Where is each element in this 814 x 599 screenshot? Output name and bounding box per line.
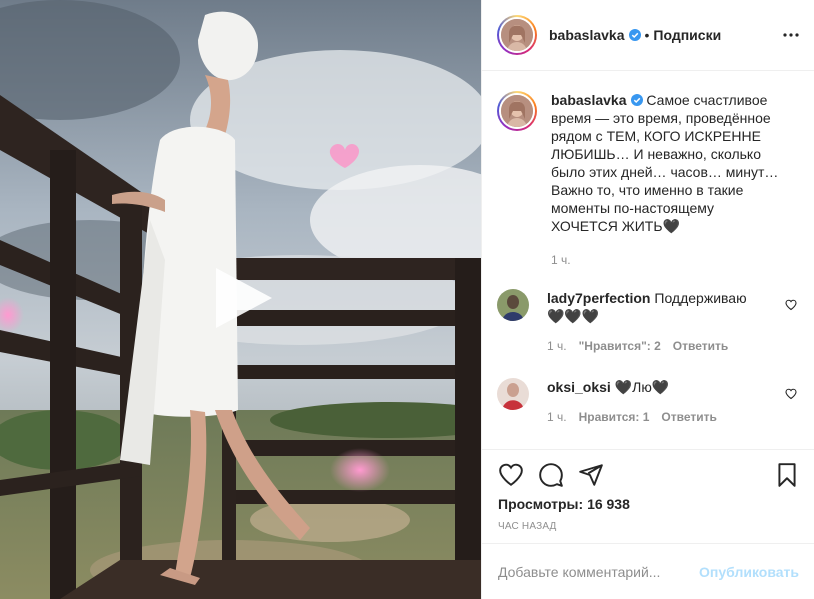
add-comment-bar: Опубликовать <box>482 543 814 599</box>
views-label: Просмотры: <box>498 496 584 512</box>
caption-time[interactable]: 1 ч. <box>551 251 783 269</box>
comment-body: oksi_oksi 🖤Лю🖤 1 ч. Нравится: 1 Ответить <box>547 378 765 426</box>
comment-item: oksi_oksi 🖤Лю🖤 1 ч. Нравится: 1 Ответить <box>497 378 797 426</box>
verified-badge-icon <box>630 94 643 106</box>
comment-input[interactable] <box>498 563 700 580</box>
reply-button[interactable]: Ответить <box>673 337 728 355</box>
caption-username[interactable]: babaslavka <box>551 92 627 108</box>
comments-section: babaslavka Самое счастливое время — это … <box>482 72 814 448</box>
post-actions: Просмотры: 16 938 ЧАС НАЗАД <box>482 449 814 543</box>
post-sidebar: babaslavka • Подписки babaslavka Самое с… <box>481 0 814 599</box>
comment-like-heart-icon[interactable] <box>785 388 797 400</box>
comment-time[interactable]: 1 ч. <box>547 337 567 355</box>
header-username[interactable]: babaslavka <box>549 27 625 43</box>
verified-badge-icon <box>628 29 641 41</box>
comment-time[interactable]: 1 ч. <box>547 408 567 426</box>
comment-likes[interactable]: "Нравится": 2 <box>579 337 661 355</box>
caption-text: Самое счастливое время — это время, пров… <box>551 92 779 234</box>
reply-button[interactable]: Ответить <box>661 408 716 426</box>
avatar-image <box>501 95 533 127</box>
comment-avatar[interactable] <box>497 378 529 410</box>
comment-meta: 1 ч. Нравится: 1 Ответить <box>547 408 765 426</box>
comment-likes[interactable]: Нравится: 1 <box>579 408 650 426</box>
comment-like-heart-icon[interactable] <box>785 299 797 311</box>
share-plane-icon[interactable] <box>578 462 604 488</box>
comment-text: 🖤Лю🖤 <box>614 379 670 395</box>
comment-username[interactable]: oksi_oksi <box>547 379 611 395</box>
instagram-post: babaslavka • Подписки babaslavka Самое с… <box>0 0 814 599</box>
comment-avatar[interactable] <box>497 289 529 321</box>
caption-avatar[interactable] <box>497 91 537 131</box>
comment-username[interactable]: lady7perfection <box>547 290 650 306</box>
comment-meta: 1 ч. "Нравится": 2 Ответить <box>547 337 765 355</box>
header-separator: • <box>644 27 650 43</box>
comment-item: lady7perfection Поддерживаю 🖤🖤🖤 1 ч. "Нр… <box>497 289 797 355</box>
comment-body: lady7perfection Поддерживаю 🖤🖤🖤 1 ч. "Нр… <box>547 289 765 355</box>
avatar-image <box>501 19 533 51</box>
views-counter[interactable]: Просмотры: 16 938 <box>498 496 630 512</box>
publish-button[interactable]: Опубликовать <box>699 564 799 580</box>
more-options-icon[interactable] <box>783 27 799 43</box>
comment-bubble-icon[interactable] <box>538 462 564 488</box>
post-video[interactable] <box>0 0 481 599</box>
post-header: babaslavka • Подписки <box>482 0 814 71</box>
save-bookmark-icon[interactable] <box>774 462 800 488</box>
following-button[interactable]: Подписки <box>653 27 721 43</box>
play-button[interactable] <box>206 262 278 334</box>
post-caption: babaslavka Самое счастливое время — это … <box>497 91 797 269</box>
avatar[interactable] <box>497 15 537 55</box>
views-count: 16 938 <box>587 496 630 512</box>
caption-text-block: babaslavka Самое счастливое время — это … <box>551 91 783 269</box>
like-heart-icon[interactable] <box>498 462 524 488</box>
post-timestamp[interactable]: ЧАС НАЗАД <box>498 521 557 532</box>
play-icon <box>216 268 272 328</box>
